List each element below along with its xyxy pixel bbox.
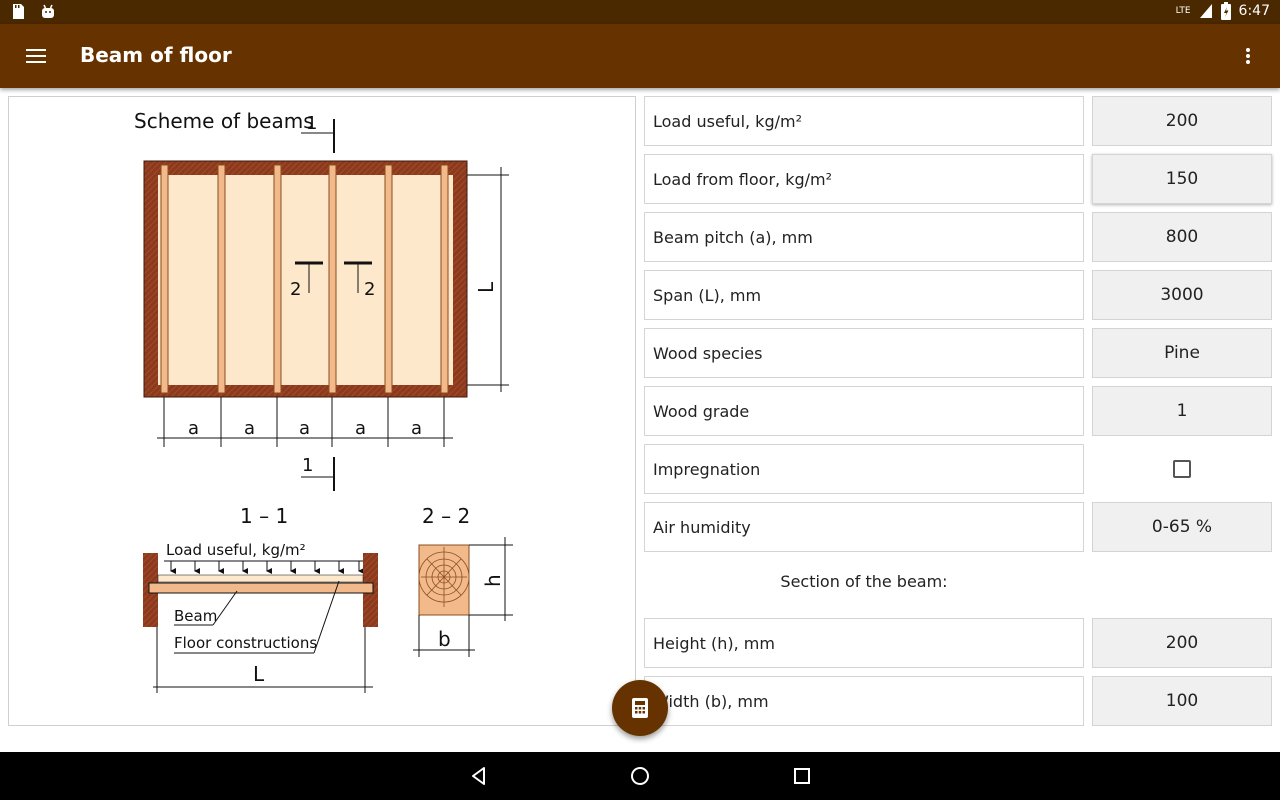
span-label-field: Span (L), mm xyxy=(644,270,1084,320)
load-floor-label: Load from floor, kg/m² xyxy=(644,154,1084,204)
load-floor-value[interactable]: 150 xyxy=(1092,154,1272,204)
wood-grade-label: Wood grade xyxy=(644,386,1084,436)
home-button[interactable] xyxy=(628,764,652,788)
span-label: L xyxy=(474,281,498,293)
back-button[interactable] xyxy=(467,764,491,788)
impregnation-label: Impregnation xyxy=(644,444,1084,494)
recents-icon xyxy=(794,768,810,784)
load-useful-label: Load useful, kg/m² xyxy=(644,96,1084,146)
signal-icon xyxy=(1199,4,1212,18)
wood-species-label: Wood species xyxy=(644,328,1084,378)
section-title: Section of the beam: xyxy=(780,572,948,591)
height-label: h xyxy=(481,574,505,587)
beam-pitch-value[interactable]: 800 xyxy=(1092,212,1272,262)
load-label: Load useful, kg/m² xyxy=(166,541,306,559)
width-field-label: Width (b), mm xyxy=(644,676,1084,726)
width-value[interactable]: 100 xyxy=(1092,676,1272,726)
network-label: LTE xyxy=(1175,6,1191,16)
height-field-label: Height (h), mm xyxy=(644,618,1084,668)
pitch-label-5: a xyxy=(411,418,422,439)
beam-scheme-diagram: Scheme of beams 1 2 2 L a a a a a 1 1 – … xyxy=(8,96,636,726)
section-mark-left: 2 xyxy=(290,279,301,300)
app-bar: Beam of floor xyxy=(0,24,1280,88)
recents-button[interactable] xyxy=(790,764,814,788)
plan-floor xyxy=(158,175,453,385)
sd-card-icon xyxy=(13,4,24,19)
hamburger-icon xyxy=(26,49,46,63)
section-1-title: 1 – 1 xyxy=(240,504,288,528)
beam-label: Beam xyxy=(174,607,217,625)
section-mark-right: 2 xyxy=(364,279,375,300)
calculator-icon xyxy=(632,698,648,718)
air-humidity-label: Air humidity xyxy=(644,502,1084,552)
pitch-label-1: a xyxy=(188,418,199,439)
battery-icon xyxy=(1220,2,1231,20)
floor-label: Floor constructions xyxy=(174,634,317,652)
span-label-section: L xyxy=(253,662,265,686)
home-icon xyxy=(631,767,649,785)
scheme-title: Scheme of beams xyxy=(134,109,314,133)
air-humidity-select[interactable]: 0-65 % xyxy=(1092,502,1272,552)
page-title: Beam of floor xyxy=(80,43,232,67)
wood-species-select[interactable]: Pine xyxy=(1092,328,1272,378)
section-beam xyxy=(148,582,374,594)
section-mark-top: 1 xyxy=(306,113,317,134)
beam-pitch-label: Beam pitch (a), mm xyxy=(644,212,1084,262)
back-icon xyxy=(472,767,485,785)
pitch-label-4: a xyxy=(355,418,366,439)
impregnation-checkbox-container xyxy=(1092,444,1272,494)
system-nav-bar xyxy=(0,752,1280,800)
section-mark-bottom: 1 xyxy=(302,455,313,476)
more-vert-icon xyxy=(1246,48,1250,64)
pitch-label-2: a xyxy=(244,418,255,439)
width-label: b xyxy=(438,627,451,651)
section-2-title: 2 – 2 xyxy=(422,504,470,528)
overflow-menu-button[interactable] xyxy=(1232,40,1264,72)
impregnation-checkbox[interactable] xyxy=(1173,460,1191,478)
wood-grade-select[interactable]: 1 xyxy=(1092,386,1272,436)
load-useful-value[interactable]: 200 xyxy=(1092,96,1272,146)
clock: 6:47 xyxy=(1238,3,1270,19)
span-value[interactable]: 3000 xyxy=(1092,270,1272,320)
menu-button[interactable] xyxy=(20,40,52,72)
calculate-button[interactable] xyxy=(612,680,668,736)
pitch-label-3: a xyxy=(299,418,310,439)
status-bar: LTE 6:47 xyxy=(0,0,1280,24)
android-icon xyxy=(42,4,54,18)
height-value[interactable]: 200 xyxy=(1092,618,1272,668)
